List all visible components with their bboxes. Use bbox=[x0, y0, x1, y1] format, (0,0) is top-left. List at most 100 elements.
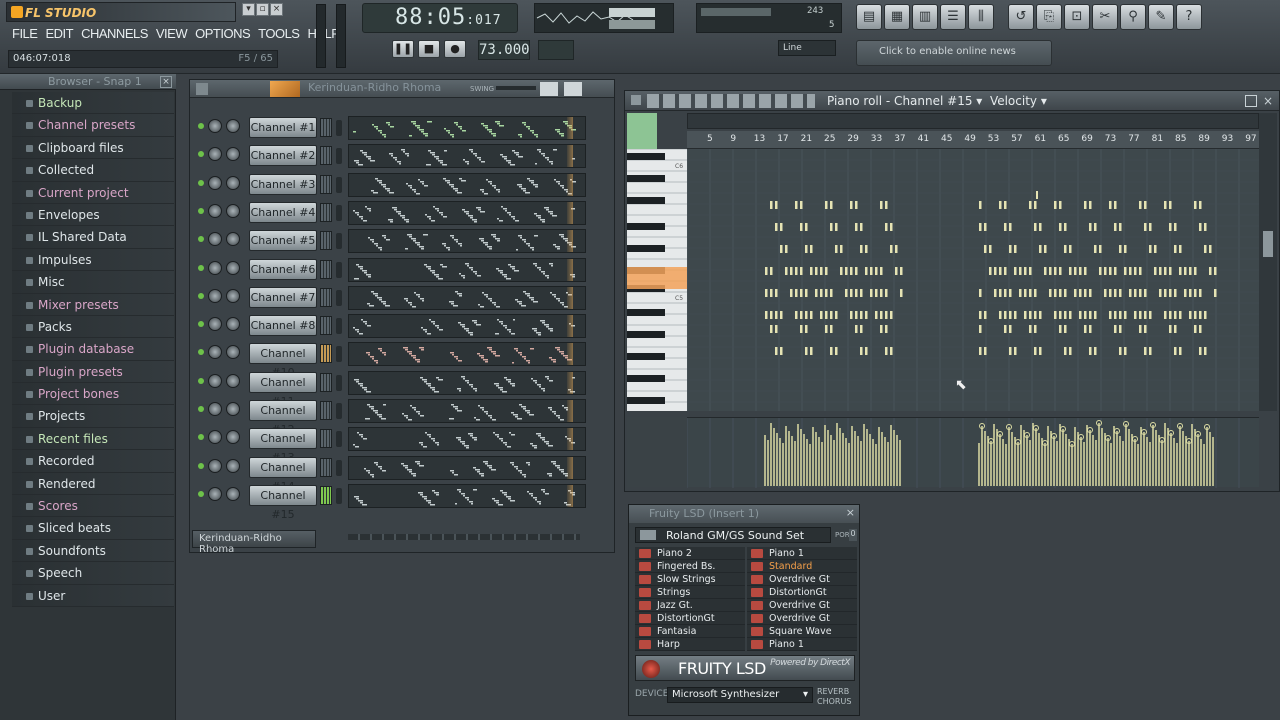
channel-pattern-preview[interactable] bbox=[348, 342, 586, 367]
channel-volume-knob[interactable] bbox=[226, 458, 240, 473]
browser-icon[interactable]: ☰ bbox=[940, 4, 966, 30]
rack-scrollbar[interactable] bbox=[348, 534, 580, 540]
channel-button[interactable]: Channel #5 bbox=[249, 230, 317, 252]
channel-mixer-target[interactable] bbox=[320, 316, 332, 336]
velocity-editor[interactable] bbox=[686, 417, 1259, 488]
snap-selector[interactable]: Line bbox=[778, 40, 836, 56]
note-grid[interactable] bbox=[686, 148, 1259, 411]
channel-button[interactable]: Channel #2 bbox=[249, 145, 317, 167]
piano-roll-target[interactable]: Velocity bbox=[990, 94, 1037, 108]
channel-select[interactable] bbox=[336, 176, 342, 193]
lsd-channel-item[interactable]: Piano 1 bbox=[747, 547, 857, 560]
master-volume-slider[interactable] bbox=[316, 4, 326, 68]
channel-pattern-preview[interactable] bbox=[348, 455, 586, 480]
channel-mixer-target[interactable] bbox=[320, 457, 332, 477]
lsd-channel-item[interactable]: Strings bbox=[635, 586, 745, 599]
channel-button[interactable]: Channel #15 bbox=[249, 484, 317, 521]
mixer-icon[interactable]: ⫼ bbox=[968, 4, 994, 30]
sound-set-selector[interactable]: Roland GM/GS Sound Set bbox=[635, 527, 831, 543]
song-position-display[interactable]: 88:05:017 bbox=[362, 3, 518, 33]
browser-item[interactable]: IL Shared Data bbox=[12, 226, 174, 249]
channel-pan-knob[interactable] bbox=[208, 288, 222, 303]
channel-volume-knob[interactable] bbox=[226, 147, 240, 162]
channel-pan-knob[interactable] bbox=[208, 260, 222, 275]
lsd-channel-item[interactable]: Fingered Bs. bbox=[635, 560, 745, 573]
channel-pattern-preview[interactable] bbox=[348, 144, 586, 169]
channel-pan-knob[interactable] bbox=[208, 430, 222, 445]
browser-item[interactable]: Rendered bbox=[12, 472, 174, 496]
restore-icon[interactable]: ▫ bbox=[256, 3, 269, 16]
browser-item[interactable]: Misc bbox=[12, 271, 174, 294]
channel-pattern-preview[interactable] bbox=[348, 370, 586, 395]
channel-mute-led[interactable] bbox=[198, 123, 204, 129]
undo-icon[interactable]: ↺ bbox=[1008, 4, 1034, 30]
pause-button[interactable]: ❚❚ bbox=[392, 40, 414, 58]
port-value[interactable]: 0 bbox=[849, 529, 857, 541]
lsd-channel-item[interactable]: Overdrive Gt bbox=[747, 612, 857, 625]
channel-volume-knob[interactable] bbox=[226, 317, 240, 332]
reverb-toggle[interactable]: REVERB bbox=[817, 687, 851, 697]
record-button[interactable]: ● bbox=[444, 40, 466, 58]
channel-button[interactable]: Channel #7 bbox=[249, 286, 317, 308]
channel-mute-led[interactable] bbox=[198, 377, 204, 384]
browser-item[interactable]: Plugin presets bbox=[12, 360, 174, 384]
channel-volume-knob[interactable] bbox=[226, 345, 240, 360]
channel-pan-knob[interactable] bbox=[208, 345, 222, 360]
piano-roll-icon[interactable]: ▥ bbox=[912, 4, 938, 30]
channel-pan-knob[interactable] bbox=[208, 402, 222, 416]
channel-button[interactable]: Channel #3 bbox=[249, 173, 317, 195]
channel-pattern-preview[interactable] bbox=[348, 116, 586, 140]
channel-pattern-preview[interactable] bbox=[348, 427, 586, 452]
browser-item[interactable]: Current project bbox=[12, 181, 174, 204]
channel-mixer-target[interactable] bbox=[320, 118, 332, 137]
browser-item[interactable]: Recorded bbox=[12, 450, 174, 473]
piano-roll-tools[interactable] bbox=[647, 94, 815, 108]
channel-volume-knob[interactable] bbox=[226, 232, 240, 247]
channel-select[interactable] bbox=[336, 487, 342, 504]
channel-volume-knob[interactable] bbox=[226, 119, 240, 133]
channel-mute-led[interactable] bbox=[198, 490, 204, 497]
channel-button[interactable]: Channel #12 bbox=[249, 400, 317, 436]
channel-pan-knob[interactable] bbox=[208, 203, 222, 218]
tools-icon[interactable]: ✂ bbox=[1092, 4, 1118, 30]
lsd-close-icon[interactable]: × bbox=[846, 506, 855, 519]
lsd-channel-item[interactable]: Square Wave bbox=[747, 625, 857, 638]
maximize-icon[interactable] bbox=[1245, 95, 1257, 107]
search-icon[interactable]: ⚲ bbox=[1120, 4, 1146, 30]
channel-volume-knob[interactable] bbox=[226, 373, 240, 388]
stop-button[interactable]: ■ bbox=[418, 40, 440, 58]
save-icon[interactable]: ⎘ bbox=[1036, 4, 1062, 30]
piano-roll-close-icon[interactable]: × bbox=[1263, 94, 1273, 108]
channel-mixer-target[interactable] bbox=[320, 259, 332, 279]
channel-volume-knob[interactable] bbox=[226, 288, 240, 303]
channel-select[interactable] bbox=[336, 318, 342, 335]
channel-pan-knob[interactable] bbox=[208, 458, 222, 473]
piano-roll-hscroll[interactable] bbox=[687, 113, 1259, 129]
vscroll-thumb[interactable] bbox=[1263, 231, 1273, 257]
channel-mixer-target[interactable] bbox=[320, 372, 332, 392]
lsd-channel-item[interactable]: Slow Strings bbox=[635, 573, 745, 586]
channel-mixer-target[interactable] bbox=[320, 401, 332, 420]
master-pitch-slider[interactable] bbox=[336, 4, 346, 68]
browser-item[interactable]: Speech bbox=[12, 562, 174, 585]
minimize-icon[interactable]: ▾ bbox=[242, 3, 255, 16]
help-icon[interactable]: ? bbox=[1176, 4, 1202, 30]
menu-options[interactable]: OPTIONS bbox=[191, 26, 254, 44]
channel-volume-knob[interactable] bbox=[226, 430, 240, 445]
channel-button[interactable]: Channel #14 bbox=[249, 456, 317, 493]
menu-tools[interactable]: TOOLS bbox=[254, 26, 303, 44]
channel-volume-knob[interactable] bbox=[226, 486, 240, 501]
browser-item[interactable]: Clipboard files bbox=[12, 136, 174, 160]
rack-pattern-label[interactable]: Kerinduan-Ridho Rhoma bbox=[192, 530, 316, 555]
browser-item[interactable]: Recent files bbox=[12, 427, 174, 451]
channel-pan-knob[interactable] bbox=[208, 147, 222, 162]
channel-mute-led[interactable] bbox=[198, 207, 204, 214]
channel-mute-led[interactable] bbox=[198, 151, 204, 158]
lsd-channel-item[interactable]: Harp bbox=[635, 638, 745, 651]
lsd-channel-item[interactable]: Piano 1 bbox=[747, 638, 857, 651]
channel-pattern-preview[interactable] bbox=[348, 483, 586, 508]
channel-mute-led[interactable] bbox=[198, 264, 204, 271]
channel-pattern-preview[interactable] bbox=[348, 172, 586, 197]
channel-mute-led[interactable] bbox=[198, 179, 204, 186]
channel-mute-led[interactable] bbox=[198, 349, 204, 356]
